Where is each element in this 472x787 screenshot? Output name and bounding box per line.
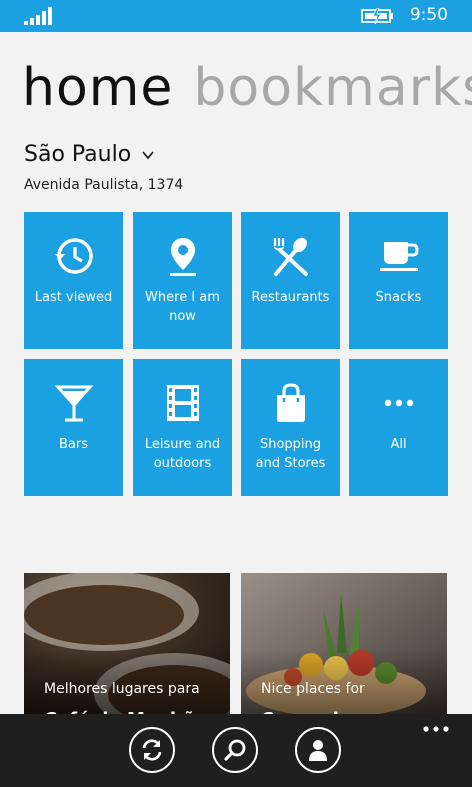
- city-name: São Paulo: [24, 142, 132, 167]
- fork-spoon-icon: [273, 237, 308, 276]
- tile-label: Last viewed: [34, 290, 113, 305]
- tile-label: Shopping and Stores: [255, 437, 326, 471]
- featured-card-breakfast[interactable]: Melhores lugares para Café da Manhã: [24, 573, 230, 723]
- pivot-tab-home[interactable]: home: [22, 58, 173, 118]
- city-selector[interactable]: São Paulo: [24, 142, 155, 167]
- tile-bars[interactable]: Bars: [24, 359, 123, 496]
- status-bar: 9:50: [0, 0, 472, 32]
- tile-all[interactable]: All: [349, 359, 448, 496]
- tile-leisure-and-outdoors[interactable]: Leisure and outdoors: [133, 359, 232, 496]
- app-bar: [0, 714, 472, 787]
- tile-label: Snacks: [375, 290, 422, 305]
- tile-restaurants[interactable]: Restaurants: [241, 212, 340, 349]
- tile-last-viewed[interactable]: Last viewed: [24, 212, 123, 349]
- tile-label: Bars: [58, 437, 88, 452]
- featured-card-nice-places[interactable]: Nice places for Comer bem: [241, 573, 447, 723]
- food-dish-image: [241, 573, 447, 723]
- profile-button[interactable]: [295, 727, 341, 773]
- refresh-icon: [142, 739, 162, 761]
- refresh-button[interactable]: [129, 727, 175, 773]
- history-clock-icon: [54, 238, 93, 274]
- film-strip-icon: [166, 385, 199, 421]
- signal-bars-icon: [24, 7, 52, 25]
- coffee-beans-image: [24, 573, 230, 723]
- card-caption: Melhores lugares para: [44, 681, 200, 697]
- pivot-header: home bookmarks: [22, 62, 472, 114]
- card-caption: Nice places for: [261, 681, 365, 697]
- map-pin-icon: [169, 238, 196, 276]
- tile-where-i-am-now[interactable]: Where I am now: [133, 212, 232, 349]
- shopping-bag-icon: [276, 383, 305, 422]
- tile-label: All: [390, 437, 407, 452]
- pivot-tab-bookmarks[interactable]: bookmarks: [193, 58, 472, 118]
- chevron-down-icon: [142, 150, 154, 159]
- battery-charging-icon: [361, 8, 393, 24]
- search-icon: [224, 739, 246, 761]
- more-dots-icon: [384, 399, 413, 407]
- tile-label: Where I am now: [145, 290, 220, 324]
- cocktail-glass-icon: [54, 385, 93, 422]
- profile-icon: [309, 740, 327, 761]
- search-button[interactable]: [212, 727, 258, 773]
- ellipsis-icon[interactable]: [422, 724, 450, 734]
- tile-shopping-and-stores[interactable]: Shopping and Stores: [241, 359, 340, 496]
- coffee-cup-icon: [379, 242, 419, 271]
- current-address: Avenida Paulista, 1374: [24, 177, 184, 193]
- tile-label: Restaurants: [251, 290, 330, 305]
- status-time: 9:50: [409, 5, 448, 25]
- tile-label: Leisure and outdoors: [144, 437, 221, 471]
- tile-snacks[interactable]: Snacks: [349, 212, 448, 349]
